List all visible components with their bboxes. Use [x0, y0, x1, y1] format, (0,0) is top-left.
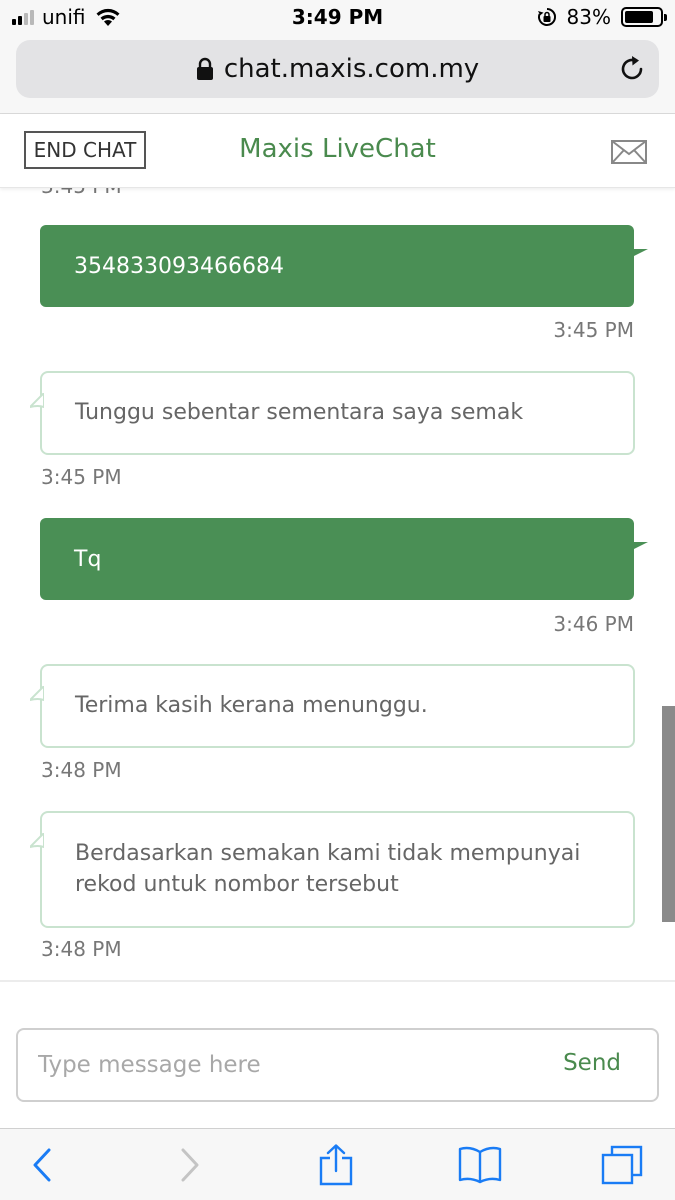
agent-message-bubble: Tunggu sebentar sementara saya semak — [30, 371, 635, 455]
reload-icon[interactable] — [617, 54, 647, 84]
user-message-bubble: 354833093466684 — [40, 225, 648, 307]
bookmarks-button[interactable] — [456, 1145, 504, 1185]
battery-icon — [621, 7, 667, 27]
url-text: chat.maxis.com.my — [223, 54, 480, 84]
send-button[interactable]: Send — [563, 1050, 621, 1076]
forward-icon — [181, 1148, 199, 1182]
composer: Send — [0, 980, 675, 1128]
user-message-bubble: Tq — [40, 518, 648, 600]
agent-message-bubble: Berdasarkan semakan kami tidak mempunyai… — [30, 811, 635, 928]
bubble-tail — [30, 393, 44, 409]
browser-toolbar — [0, 1128, 675, 1200]
message-input[interactable] — [38, 1030, 518, 1100]
bubble-tail — [632, 542, 648, 550]
bubble-tail — [30, 686, 44, 702]
back-icon — [33, 1148, 51, 1182]
bubble-tail — [632, 249, 648, 257]
agent-message-bubble: Terima kasih kerana menunggu. — [30, 664, 635, 748]
message-timestamp: 3:48 PM — [41, 758, 122, 782]
tabs-icon — [601, 1145, 643, 1185]
status-right: 83% — [537, 5, 667, 29]
battery-fill — [625, 11, 654, 23]
message-text: Tq — [74, 546, 102, 572]
mail-icon[interactable] — [611, 140, 647, 164]
message-timestamp: 3:46 PM — [553, 612, 634, 636]
share-icon — [319, 1144, 353, 1186]
bubble-tail — [30, 833, 44, 849]
status-bar: unifi 3:49 PM 83% — [0, 0, 675, 34]
browser-chrome: chat.maxis.com.my — [0, 34, 675, 114]
message-text: Tunggu sebentar sementara saya semak — [75, 399, 524, 425]
bookmarks-icon — [458, 1146, 502, 1184]
message-timestamp: 3:48 PM — [41, 937, 122, 961]
message-timestamp: 3:45 PM — [553, 318, 634, 342]
message-timestamp: 3:45 PM — [41, 188, 122, 198]
composer-box: Send — [16, 1028, 659, 1102]
url-bar[interactable]: chat.maxis.com.my — [16, 40, 659, 98]
chat-title: Maxis LiveChat — [239, 134, 436, 164]
tabs-button[interactable] — [600, 1145, 644, 1185]
url-content: chat.maxis.com.my — [16, 40, 659, 98]
message-text: Berdasarkan semakan kami tidak mempunyai… — [75, 840, 581, 897]
chat-header: END CHAT Maxis LiveChat — [0, 114, 675, 188]
lock-icon — [196, 57, 213, 80]
share-button[interactable] — [314, 1144, 358, 1186]
battery-percent: 83% — [566, 5, 611, 29]
message-timestamp: 3:45 PM — [41, 465, 122, 489]
rotation-lock-icon — [537, 8, 556, 26]
back-button[interactable] — [20, 1145, 64, 1185]
scrollbar-thumb[interactable] — [662, 706, 675, 922]
forward-button[interactable] — [168, 1145, 212, 1185]
message-text: 354833093466684 — [74, 253, 284, 279]
message-list[interactable]: 3:45 PM 354833093466684 3:45 PM Tunggu s… — [0, 188, 675, 980]
message-text: Terima kasih kerana menunggu. — [75, 692, 428, 718]
